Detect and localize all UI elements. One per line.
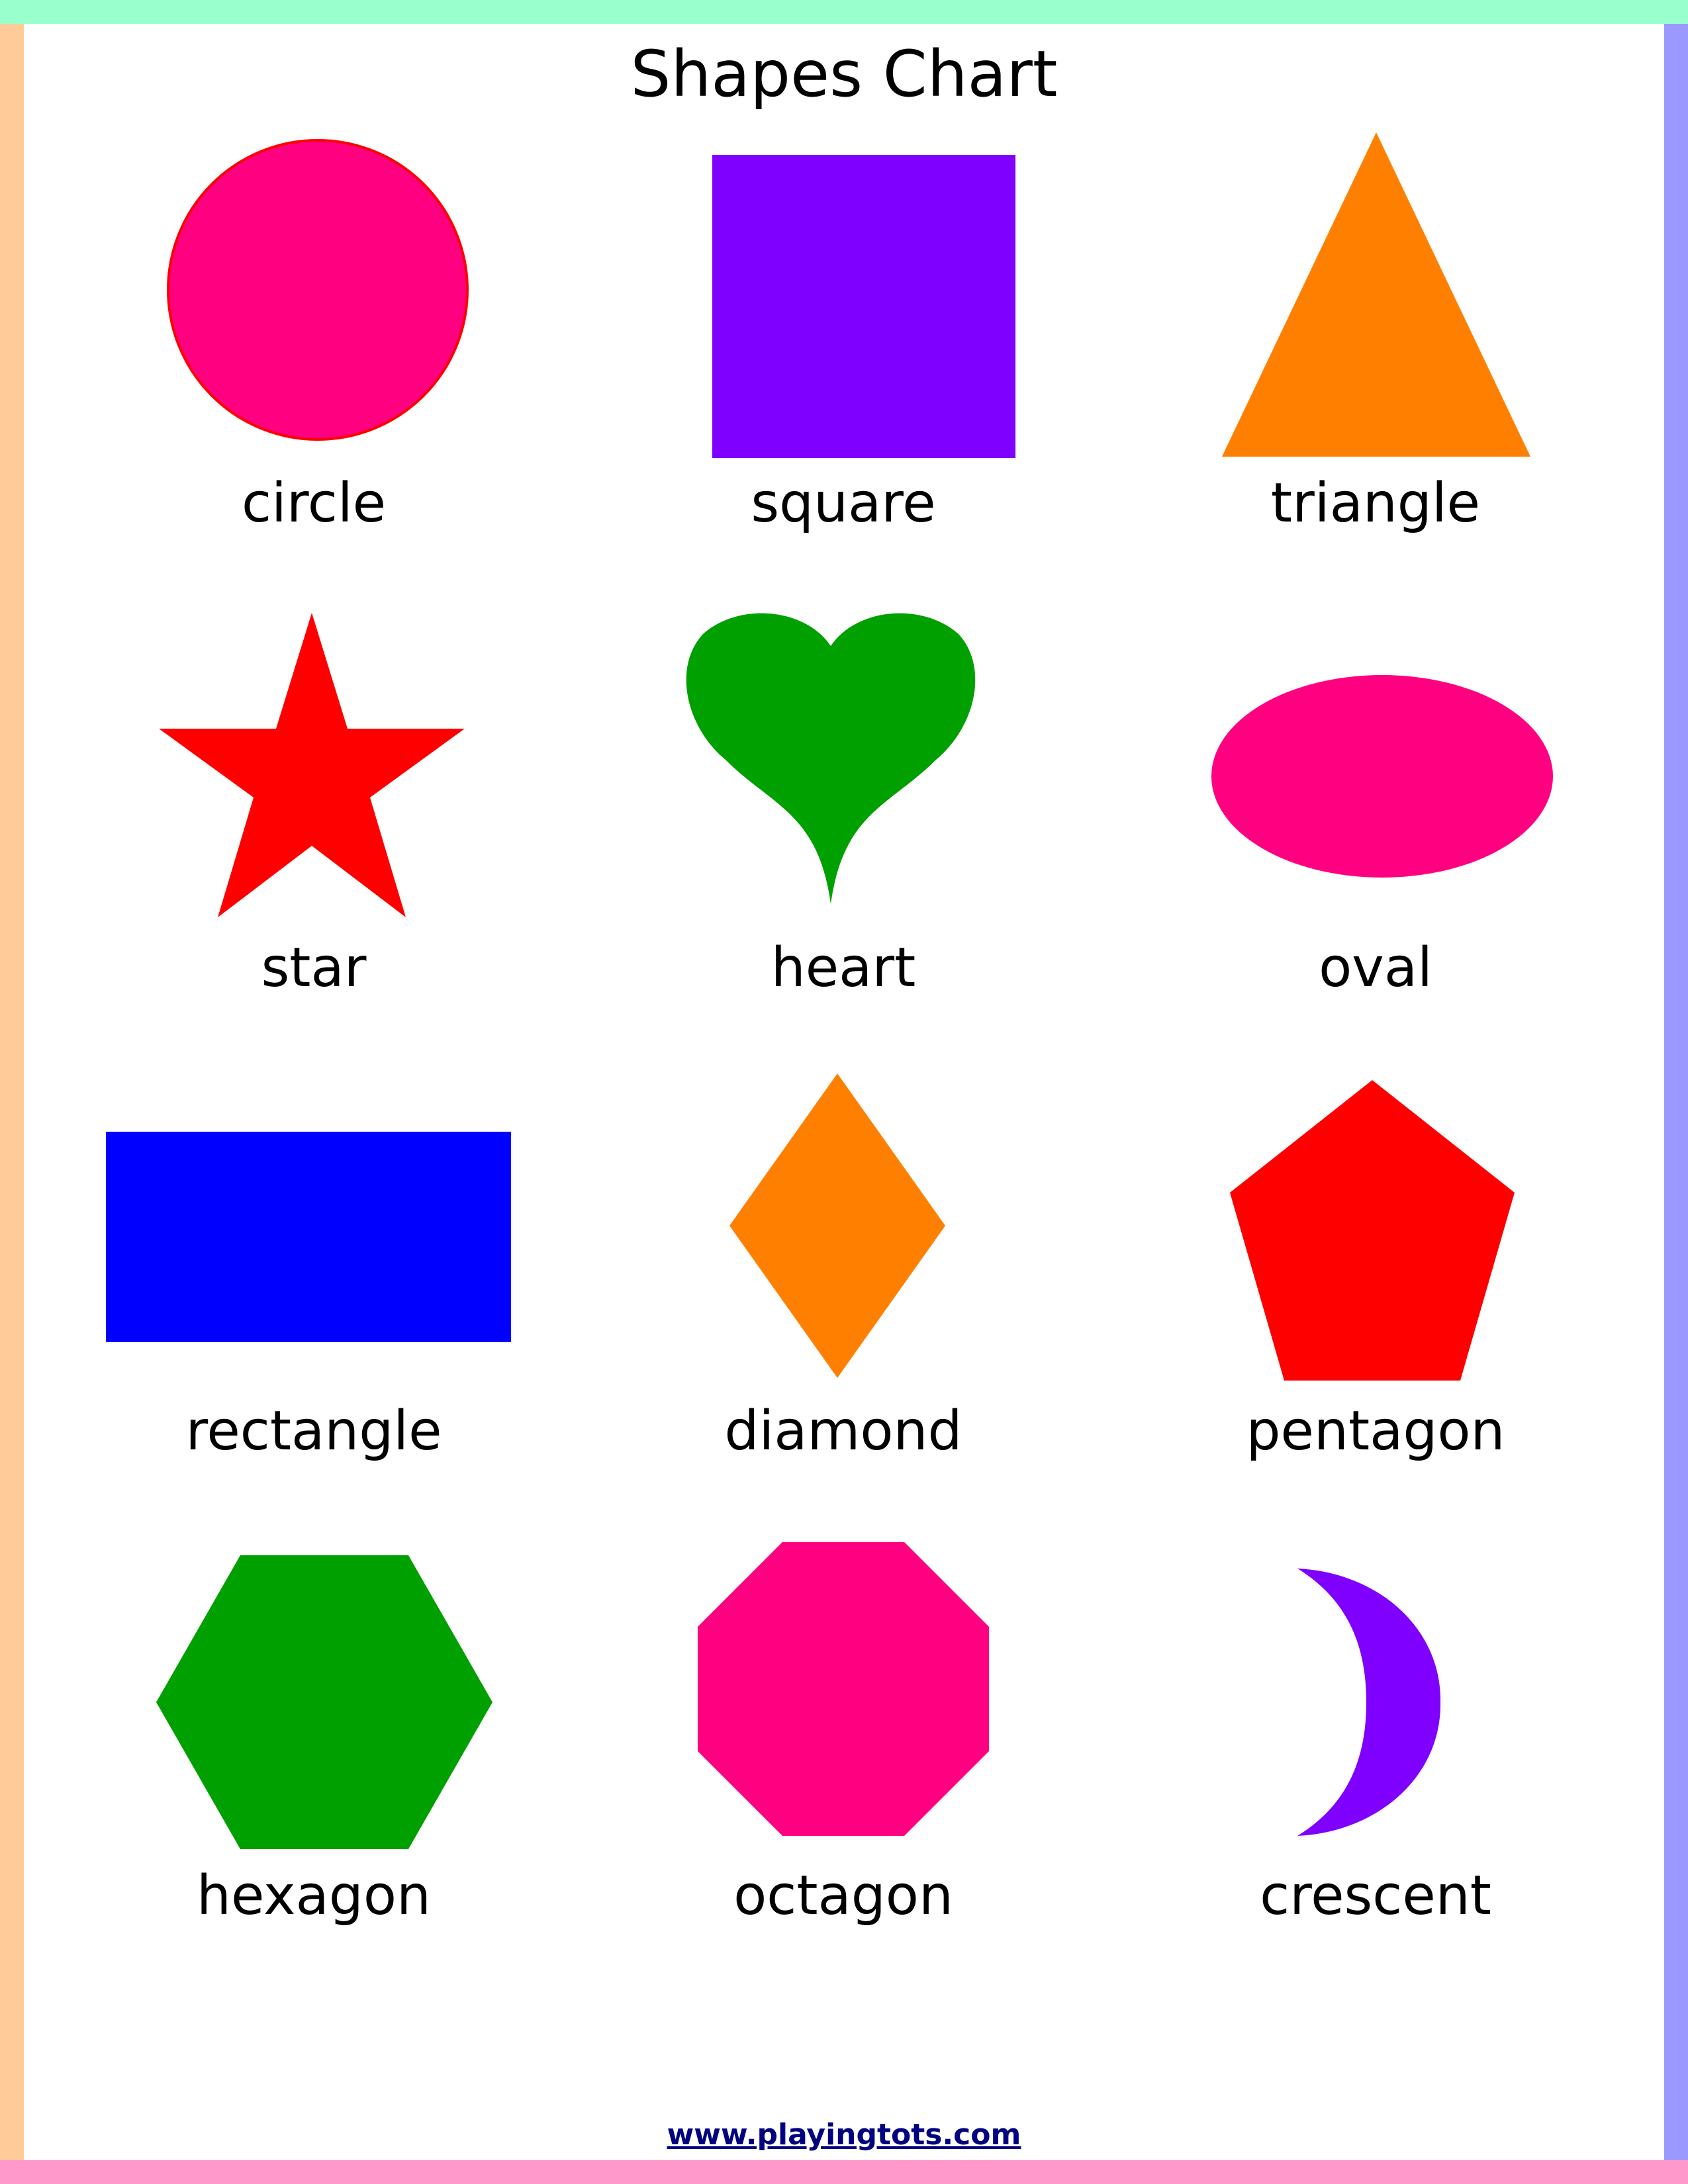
shape-label-octagon: octagon <box>733 1864 953 1927</box>
star-shape-icon <box>159 613 465 917</box>
shape-label-star: star <box>261 936 367 999</box>
page-title: Shapes Chart <box>630 37 1058 111</box>
shape-label-circle: circle <box>241 472 387 535</box>
oval-shape-icon <box>1211 675 1553 878</box>
shape-label-triangle: triangle <box>1270 472 1481 535</box>
triangle-shape-icon <box>1222 132 1530 457</box>
footer-link[interactable]: www.playingtots.com <box>667 2118 1021 2152</box>
circle-shape-icon <box>167 139 469 441</box>
border-left <box>0 24 24 2160</box>
crescent-shape-icon <box>1297 1569 1441 1836</box>
shape-label-rectangle: rectangle <box>185 1400 442 1463</box>
shape-label-crescent: crescent <box>1260 1864 1491 1927</box>
shape-label-pentagon: pentagon <box>1246 1400 1505 1463</box>
footer: www.playingtots.com <box>0 2115 1688 2155</box>
shape-label-heart: heart <box>771 936 916 999</box>
rectangle-shape-icon <box>106 1132 511 1342</box>
shape-label-oval: oval <box>1319 936 1432 999</box>
hexagon-shape-icon <box>156 1555 492 1849</box>
heart-shape-icon <box>686 613 976 904</box>
shape-label-diamond: diamond <box>724 1400 962 1463</box>
pentagon-shape-icon <box>1230 1080 1515 1381</box>
diamond-shape-icon <box>729 1073 945 1378</box>
border-right <box>1664 24 1688 2160</box>
octagon-shape-icon <box>698 1542 989 1836</box>
shape-label-hexagon: hexagon <box>197 1864 431 1927</box>
border-top <box>0 0 1688 24</box>
border-bottom <box>0 2160 1688 2184</box>
shape-label-square: square <box>751 472 936 535</box>
square-shape-icon <box>712 155 1015 458</box>
